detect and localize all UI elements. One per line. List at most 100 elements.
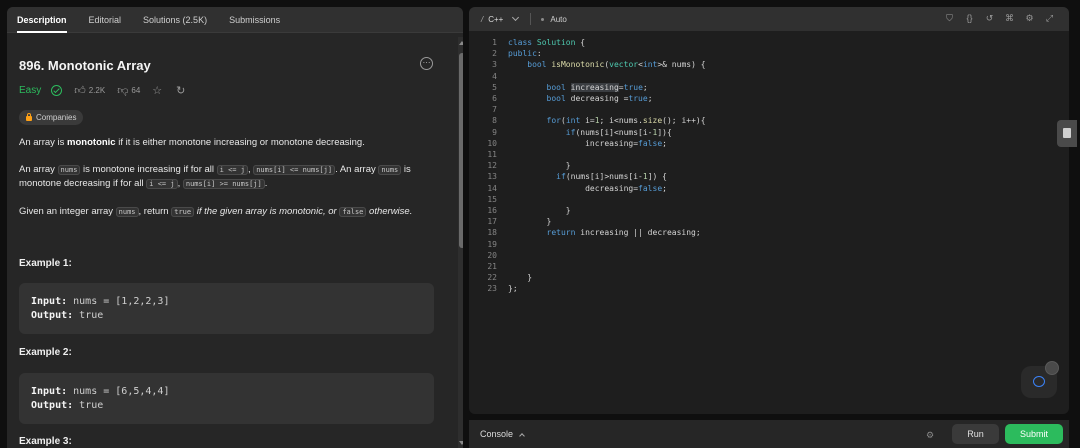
language-select[interactable]: / C++	[481, 13, 520, 24]
line-number: 20	[487, 250, 497, 260]
chevron-up-icon	[519, 432, 525, 439]
code-line[interactable]: 21	[469, 261, 1059, 272]
example-1-title: Example 1:	[19, 258, 72, 269]
autocomplete-toggle[interactable]: Auto	[541, 15, 567, 24]
run-button[interactable]: Run	[952, 424, 999, 444]
scroll-up-icon[interactable]	[459, 41, 463, 45]
tab-solutions[interactable]: Solutions (2.5K)	[143, 7, 207, 33]
example-3-title: Example 3:	[19, 436, 72, 447]
inline-code: nums	[115, 207, 139, 217]
shortcuts-icon[interactable]: ⌘	[1004, 13, 1015, 24]
braces-icon[interactable]: {}	[964, 13, 975, 24]
code-line[interactable]: 10 increasing=false;	[469, 138, 1059, 149]
line-number: 1	[492, 38, 497, 47]
code-line[interactable]: 19	[469, 239, 1059, 250]
star-icon[interactable]: ☆	[152, 84, 162, 97]
code-line[interactable]: 7	[469, 104, 1059, 115]
code-line[interactable]: 5 bool increasing=true;	[469, 82, 1059, 93]
code-line[interactable]: 11	[469, 149, 1059, 160]
line-number: 2	[492, 49, 497, 59]
companies-label: Companies	[36, 113, 77, 122]
description-scrollbar[interactable]	[458, 37, 463, 448]
debug-icon[interactable]: ⚙	[926, 430, 934, 441]
code-text: }	[508, 206, 571, 215]
companies-tag[interactable]: Companies	[19, 110, 84, 125]
tab-editorial[interactable]: Editorial	[89, 7, 122, 33]
code-line[interactable]: 16 }	[469, 205, 1059, 216]
code-line[interactable]: 15	[469, 194, 1059, 205]
inline-code: nums[i] >= nums[j]	[182, 179, 265, 189]
code-text: bool decreasing =true;	[546, 94, 653, 103]
output-label: Output:	[31, 310, 74, 321]
code-line[interactable]: 6 bool decreasing =true;	[469, 93, 1059, 104]
output-value: true	[73, 400, 104, 411]
inline-code: i <= j	[146, 179, 178, 189]
input-value: nums = [1,2,2,3]	[67, 296, 170, 307]
difficulty-badge: Easy	[19, 85, 42, 96]
editor-header: / C++ Auto ⛉ {} ↺ ⌘ ⚙ ⤢	[469, 7, 1069, 31]
bold-term: monotonic	[67, 137, 116, 148]
code-text: }	[508, 273, 533, 283]
solved-check-icon	[51, 85, 63, 96]
tab-description[interactable]: Description	[17, 7, 67, 33]
code-line[interactable]: 8 for(int i=1; i<nums.size(); i++){	[469, 115, 1059, 126]
console-bar: Console ⚙ Run Submit	[469, 420, 1069, 448]
line-number: 4	[492, 71, 497, 81]
line-number: 8	[492, 116, 497, 126]
problem-meta: Easy 👍︎ 2.2K 👎︎ 64 ☆ ↻	[19, 84, 188, 97]
line-number: 22	[487, 273, 497, 283]
code-line[interactable]: 2 public:	[469, 48, 1059, 59]
share-icon[interactable]: ↻	[176, 84, 185, 97]
line-number: 21	[487, 262, 497, 271]
inline-code: nums[i] <= nums[j]	[253, 165, 336, 175]
input-label: Input:	[31, 296, 68, 307]
console-toggle[interactable]: Console	[480, 429, 525, 439]
code-line[interactable]: 20	[469, 250, 1059, 261]
thumbs-up-icon[interactable]: 👍︎	[74, 84, 86, 97]
code-line[interactable]: 1 class Solution {	[469, 37, 1059, 48]
code-text: if(nums[i]>nums[i-1]) {	[556, 172, 667, 182]
line-number: 12	[487, 161, 497, 171]
code-line[interactable]: 18 return increasing || decreasing;	[469, 227, 1059, 238]
text-segment: An array	[19, 164, 58, 175]
reset-icon[interactable]: ↺	[984, 13, 995, 24]
expand-icon[interactable]: ⤢	[1044, 13, 1055, 24]
bookmark-icon[interactable]: ⛉	[944, 13, 955, 24]
tab-submissions[interactable]: Submissions	[229, 7, 280, 33]
line-number: 19	[487, 239, 497, 249]
code-text: for(int i=1; i<nums.size(); i++){	[546, 116, 706, 126]
code-text: return increasing || decreasing;	[546, 228, 701, 238]
code-line[interactable]: 3 bool isMonotonic(vector<int>& nums) {	[469, 59, 1059, 70]
code-line[interactable]: 13 if(nums[i]>nums[i-1]) {	[469, 171, 1059, 182]
code-line[interactable]: 17 }	[469, 216, 1059, 227]
code-line[interactable]: 4	[469, 71, 1059, 82]
scrollbar-thumb[interactable]	[459, 53, 463, 248]
input-label: Input:	[31, 386, 68, 397]
chat-badge-icon[interactable]	[1045, 361, 1059, 375]
code-editor[interactable]: 1 class Solution {2 public: 3 bool isMonoto…	[469, 37, 1059, 414]
line-number: 13	[487, 172, 497, 182]
settings-gear-icon[interactable]: ⚙	[1024, 13, 1035, 24]
code-text: bool increasing=true;	[546, 82, 648, 92]
problem-tabs: Description Editorial Solutions (2.5K) S…	[7, 7, 463, 33]
code-line[interactable]: 14 decreasing=false;	[469, 183, 1059, 194]
line-number: 15	[487, 194, 497, 204]
console-label: Console	[480, 429, 514, 439]
code-line[interactable]: 22 }	[469, 272, 1059, 283]
notes-side-tab[interactable]	[1057, 120, 1077, 147]
thumbs-down-icon[interactable]: 👎︎	[117, 84, 128, 97]
text-segment: .	[264, 178, 268, 189]
text-segment: if the given array is monotonic, or	[194, 206, 340, 217]
inline-code: true	[171, 207, 195, 217]
more-options-icon[interactable]: ⋯	[420, 57, 433, 70]
scroll-down-icon[interactable]	[459, 441, 463, 445]
submit-button[interactable]: Submit	[1005, 424, 1063, 444]
problem-title[interactable]: 896. Monotonic Array	[19, 58, 151, 73]
dislikes-count: 64	[131, 86, 141, 95]
code-line[interactable]: 9 if(nums[i]<nums[i-1]){	[469, 127, 1059, 138]
chevron-down-icon	[512, 13, 520, 22]
inline-code: false	[339, 207, 367, 217]
inline-code: nums	[57, 165, 81, 175]
code-line[interactable]: 12 }	[469, 160, 1059, 171]
code-line[interactable]: 23};	[469, 283, 1059, 294]
